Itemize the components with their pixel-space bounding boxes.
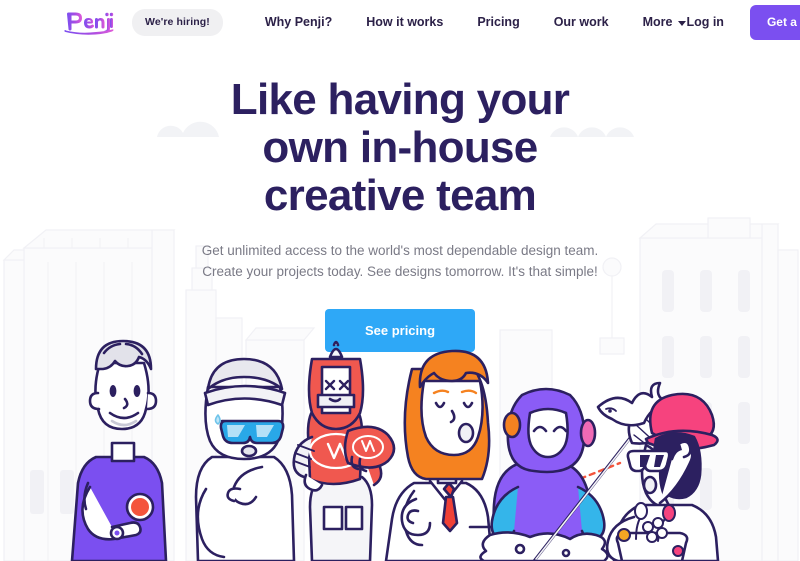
get-a-demo-button[interactable]: Get a Demo: [749, 4, 800, 40]
nav-links: Why Penji? How it works Pricing Our work…: [265, 15, 687, 29]
nav-item-our-work[interactable]: Our work: [554, 15, 609, 29]
see-pricing-button[interactable]: See pricing: [324, 308, 476, 352]
nav-item-label: How it works: [366, 15, 444, 29]
hero-subheading: Get unlimited access to the world's most…: [0, 241, 800, 283]
penji-logo-icon: [64, 12, 114, 35]
nav-item-label: Our work: [553, 15, 609, 29]
character-red-robot: [292, 340, 396, 561]
page-title: Like having your own in-house creative t…: [0, 76, 800, 220]
main-navigation: We're hiring! Why Penji? How it works Pr…: [0, 0, 800, 44]
nav-item-why-penji[interactable]: Why Penji?: [265, 15, 332, 29]
character-man-purple-shirt: [70, 339, 168, 561]
nav-actions: Log in Get a Demo: [686, 4, 800, 40]
character-pink-hat-net: [532, 381, 720, 561]
hiring-badge[interactable]: We're hiring!: [132, 8, 223, 36]
headline-line: creative team: [263, 170, 537, 220]
character-purple-ninja: [479, 387, 609, 561]
nav-item-how-it-works[interactable]: How it works: [366, 15, 443, 29]
headline-line: own in-house: [262, 122, 538, 172]
nav-item-label: Why Penji?: [264, 15, 333, 29]
subheading-line: Get unlimited access to the world's most…: [201, 242, 599, 258]
nav-item-label: Pricing: [477, 15, 520, 29]
subheading-line: Create your projects today. See designs …: [202, 263, 598, 279]
penji-logo[interactable]: [64, 9, 116, 35]
chevron-down-icon: [678, 20, 687, 26]
character-white-mascot: [194, 357, 296, 561]
nav-item-label: More: [642, 15, 673, 29]
nav-item-more[interactable]: More: [643, 15, 687, 29]
hero-section: Like having your own in-house creative t…: [0, 44, 800, 352]
character-woman-orange-hair: [384, 349, 494, 561]
nav-item-pricing[interactable]: Pricing: [477, 15, 519, 29]
headline-line: Like having your: [230, 75, 570, 124]
login-link[interactable]: Log in: [686, 15, 724, 29]
